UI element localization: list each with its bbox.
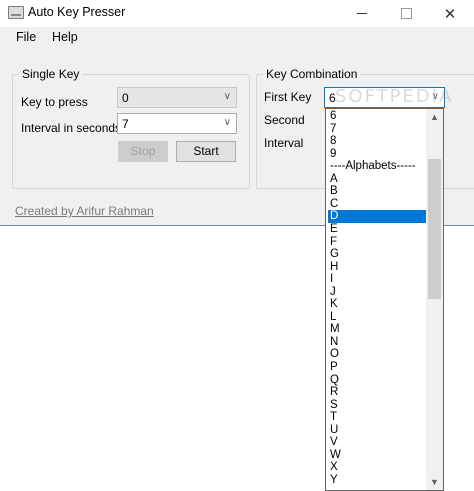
window-title: Auto Key Presser <box>28 5 126 19</box>
dropdown-item[interactable]: G <box>328 248 430 261</box>
first-key-label: First Key <box>264 90 312 104</box>
dropdown-item[interactable]: A <box>328 173 430 186</box>
key-combination-title: Key Combination <box>263 67 361 81</box>
maximize-icon[interactable] <box>386 0 426 27</box>
dropdown-item[interactable]: H <box>328 261 430 274</box>
menu-bar: File Help <box>0 27 474 49</box>
close-icon[interactable]: ✕ <box>430 0 470 27</box>
single-key-title: Single Key <box>19 67 83 81</box>
dropdown-item[interactable]: 9 <box>328 148 430 161</box>
dropdown-scrollbar[interactable]: ▲ ▼ <box>426 109 443 490</box>
dropdown-item[interactable]: K <box>328 298 430 311</box>
author-credit-link[interactable]: Created by Arifur Rahman <box>15 204 154 218</box>
first-key-dropdown-list[interactable]: 6 7 8 9 ----Alphabets----- A B C D E F G H I J K L M N O P Q R… <box>325 108 444 491</box>
dropdown-item[interactable]: E <box>328 223 430 236</box>
dropdown-item[interactable]: M <box>328 323 430 336</box>
interval-seconds-label: Interval in seconds <box>21 121 122 135</box>
interval-seconds-select[interactable]: 7 ∨ <box>117 113 237 134</box>
dropdown-item[interactable]: P <box>328 361 430 374</box>
scroll-down-icon[interactable]: ▼ <box>426 474 443 490</box>
dropdown-item[interactable]: X <box>328 461 430 474</box>
chevron-down-icon: ∨ <box>223 91 231 102</box>
dropdown-item[interactable]: 6 <box>328 110 430 123</box>
scroll-thumb[interactable] <box>428 159 441 299</box>
dropdown-item[interactable]: F <box>328 236 430 249</box>
dropdown-item[interactable]: ----Alphabets----- <box>328 160 430 173</box>
scroll-up-icon[interactable]: ▲ <box>426 109 443 125</box>
dropdown-item[interactable]: V <box>328 436 430 449</box>
dropdown-item[interactable]: O <box>328 348 430 361</box>
combination-interval-label: Interval <box>264 136 304 150</box>
chevron-down-icon: ∨ <box>223 117 231 128</box>
dropdown-item[interactable]: 7 <box>328 123 430 136</box>
key-to-press-label: Key to press <box>21 95 88 109</box>
dropdown-item[interactable]: D <box>328 210 430 223</box>
dropdown-item[interactable]: U <box>328 424 430 437</box>
dropdown-item[interactable]: C <box>328 198 430 211</box>
dropdown-item[interactable]: W <box>328 449 430 462</box>
minimize-icon[interactable] <box>342 0 382 27</box>
watermark-logo: SOFTPEDIA <box>335 86 454 107</box>
menu-file[interactable]: File <box>14 30 38 44</box>
dropdown-item[interactable]: Q <box>328 374 430 387</box>
dropdown-item[interactable]: J <box>328 286 430 299</box>
dropdown-item[interactable]: Y <box>328 474 430 487</box>
interval-seconds-value: 7 <box>122 117 129 131</box>
key-to-press-value: 0 <box>122 91 129 105</box>
second-key-label: Second <box>264 113 305 127</box>
title-bar: Auto Key Presser ✕ <box>0 0 474 27</box>
dropdown-item[interactable]: L <box>328 311 430 324</box>
dropdown-item[interactable]: R <box>328 386 430 399</box>
key-to-press-select[interactable]: 0 ∨ <box>117 87 237 108</box>
dropdown-item[interactable]: N <box>328 336 430 349</box>
start-button[interactable]: Start <box>176 141 236 162</box>
dropdown-item[interactable]: T <box>328 411 430 424</box>
dropdown-item[interactable]: B <box>328 185 430 198</box>
menu-help[interactable]: Help <box>50 30 80 44</box>
dropdown-item[interactable]: 8 <box>328 135 430 148</box>
dropdown-item[interactable]: I <box>328 273 430 286</box>
dropdown-item[interactable]: S <box>328 399 430 412</box>
app-icon <box>8 6 24 19</box>
stop-button[interactable]: Stop <box>118 141 168 162</box>
